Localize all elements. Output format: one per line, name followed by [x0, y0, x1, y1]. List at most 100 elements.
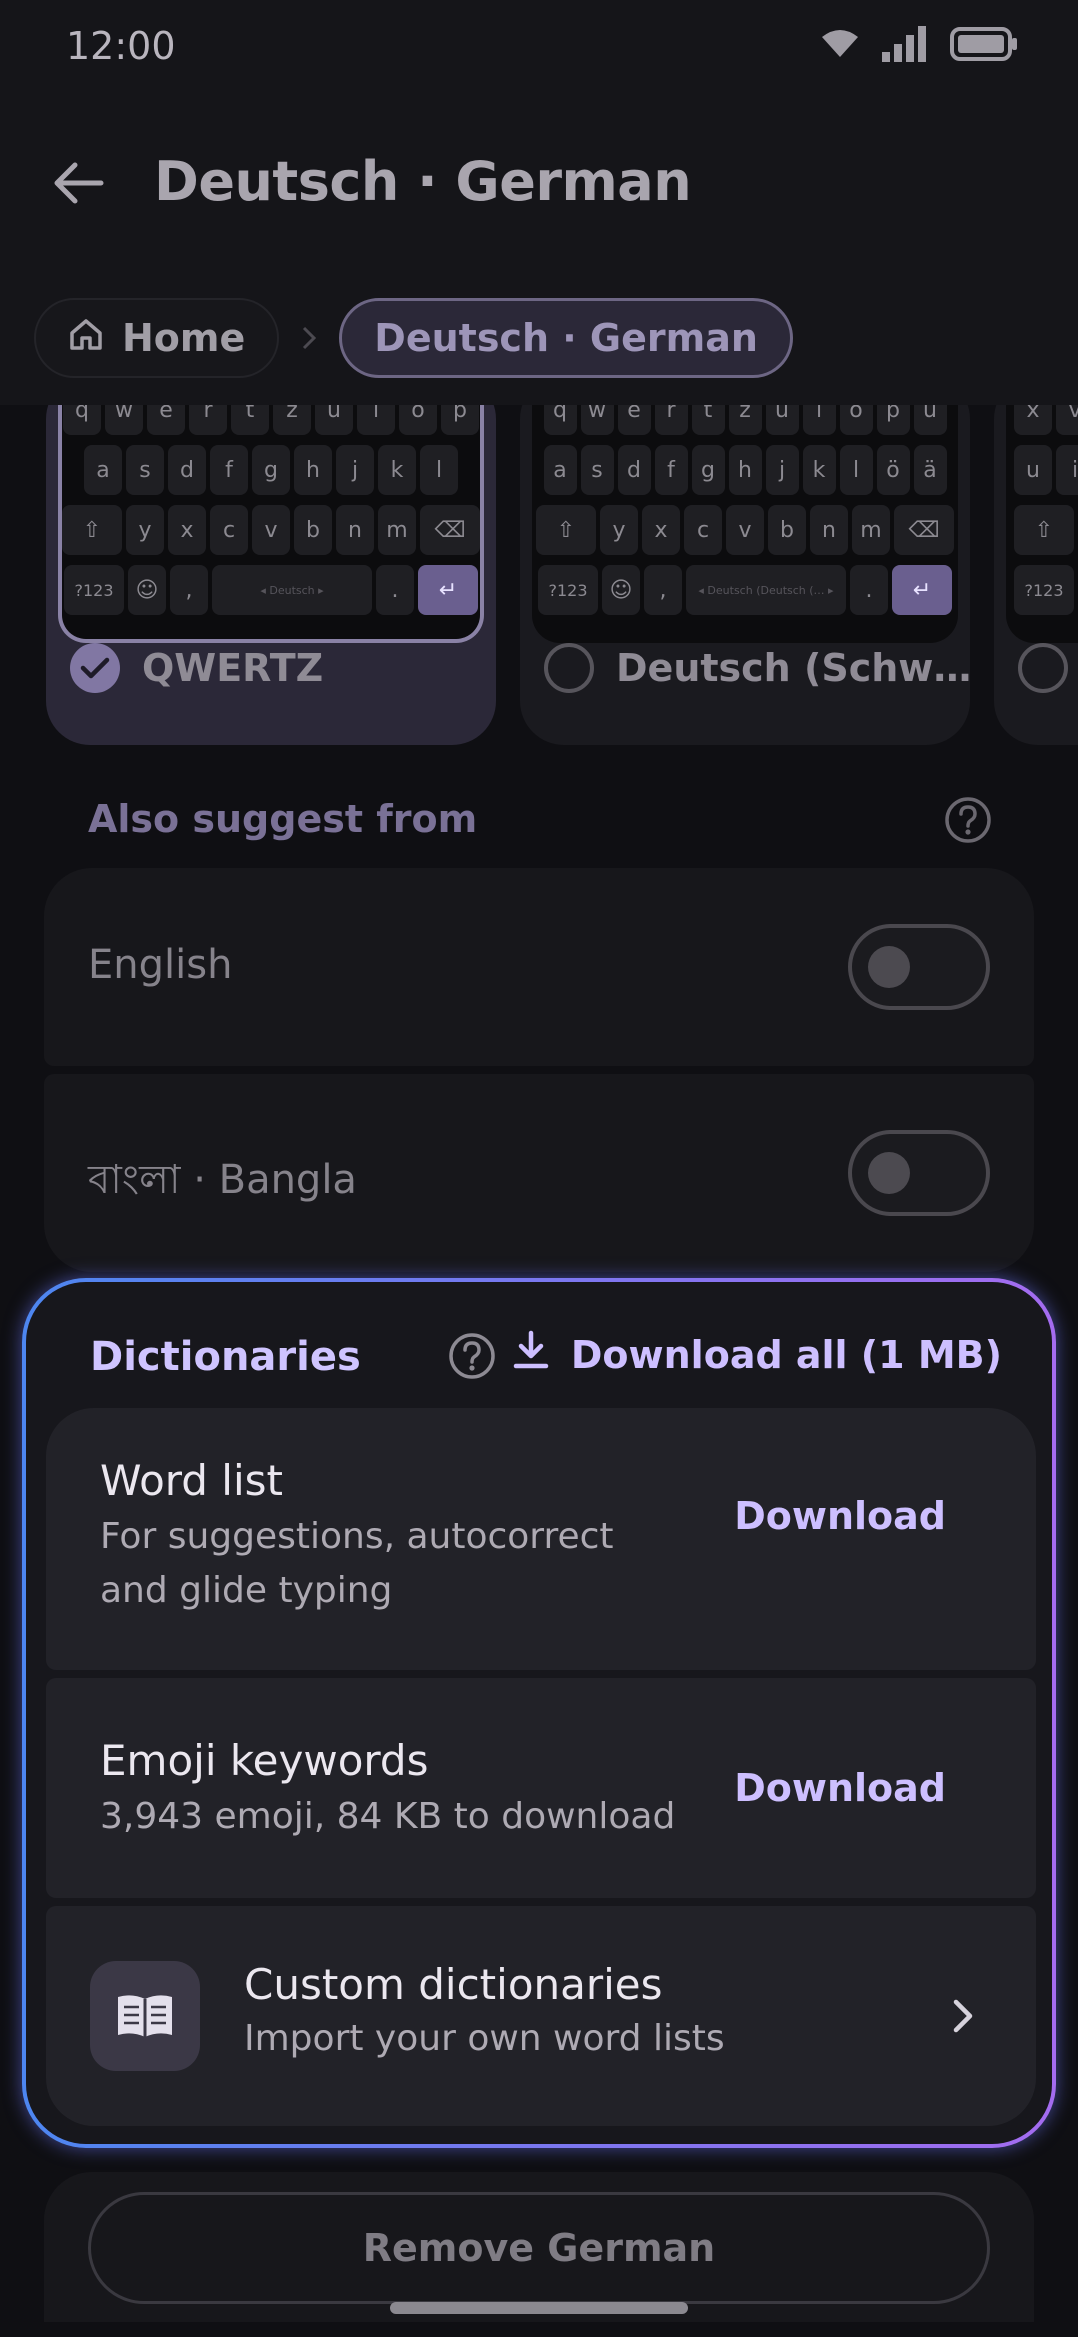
key: , [644, 565, 682, 615]
key: d [168, 445, 206, 495]
key: , [170, 565, 208, 615]
key: ☺ [602, 565, 640, 615]
dict-item-custom-dictionaries[interactable]: Custom dictionaries Import your own word… [46, 1906, 1036, 2126]
key: k [378, 445, 416, 495]
signal-icon [882, 26, 928, 62]
back-button[interactable] [44, 150, 114, 220]
key: n [810, 505, 848, 555]
book-icon [90, 1961, 200, 2071]
chevron-right-icon [289, 325, 329, 351]
dictionaries-panel: Dictionaries Download all (1 MB) Word li… [26, 1282, 1052, 2144]
dict-item-word-list[interactable]: Word list For suggestions, autocorrect a… [46, 1408, 1036, 1670]
arrow-left-icon [53, 161, 105, 209]
status-time: 12:00 [66, 24, 176, 68]
radio-checked-icon [70, 643, 120, 693]
key: d [617, 445, 651, 495]
key: ö [876, 445, 910, 495]
suggest-item-label: English [88, 942, 233, 988]
dict-item-title: Custom dictionaries [244, 1960, 663, 2009]
breadcrumb: Home Deutsch · German [34, 298, 793, 378]
bangla-toggle[interactable] [848, 1130, 990, 1216]
keyboard-preview: xv ui ⇧ ?123 [1006, 395, 1078, 643]
remove-language-section: Remove German [44, 2172, 1034, 2322]
key: c [684, 505, 722, 555]
layout-card-partial[interactable]: xv ui ⇧ ?123 [994, 395, 1078, 745]
suggest-item-english[interactable]: English [44, 868, 1034, 1066]
remove-language-button[interactable]: Remove German [88, 2192, 990, 2304]
layout-option-label [1018, 643, 1068, 693]
english-toggle[interactable] [848, 924, 990, 1010]
key: l [420, 445, 458, 495]
status-icons [820, 26, 1018, 62]
download-all-button[interactable]: Download all (1 MB) [513, 1330, 1002, 1379]
key: h [728, 445, 762, 495]
breadcrumb-current[interactable]: Deutsch · German [339, 298, 793, 378]
download-word-list-button[interactable]: Download [734, 1494, 946, 1538]
key: x [642, 505, 680, 555]
key: g [691, 445, 725, 495]
key: k [802, 445, 836, 495]
key: ↵ [892, 565, 952, 615]
dict-item-subtitle: For suggestions, autocorrect [100, 1516, 614, 1557]
key: f [654, 445, 688, 495]
suggest-item-bangla[interactable]: বাংলা · Bangla [44, 1074, 1034, 1272]
suggest-item-label: বাংলা · Bangla [88, 1157, 357, 1203]
top-app-bar: 12:00 Deutsch · German Home Deutsch · Ge… [0, 0, 1078, 405]
key: ◂ Deutsch ▸ [212, 565, 372, 615]
key: ä [913, 445, 947, 495]
key: u [1014, 445, 1052, 495]
dict-item-title: Emoji keywords [100, 1736, 429, 1785]
key: a [84, 445, 122, 495]
wifi-icon [820, 29, 860, 59]
key: h [294, 445, 332, 495]
key: n [336, 505, 374, 555]
layout-name: QWERTZ [142, 646, 324, 690]
language-settings-screen: 12:00 Deutsch · German Home Deutsch · Ge… [0, 0, 1078, 2337]
layout-card-qwertz[interactable]: qwertzuiop asdfghjkl ⇧ y x c v b n m ⌫ ?123 ☺, ◂ D… [46, 395, 496, 745]
dict-item-subtitle: Import your own word lists [244, 2018, 725, 2059]
dictionaries-section: Dictionaries Download all (1 MB) Word li… [22, 1278, 1056, 2148]
dict-item-subtitle: 3,943 emoji, 84 KB to download [100, 1796, 676, 1837]
download-all-label: Download all (1 MB) [570, 1332, 1002, 1377]
key: x [168, 505, 206, 555]
layout-option-label: QWERTZ [70, 643, 323, 693]
dict-item-emoji-keywords[interactable]: Emoji keywords 3,943 emoji, 84 KB to dow… [46, 1678, 1036, 1898]
key: ?123 [64, 565, 124, 615]
also-suggest-title: Also suggest from [88, 797, 478, 841]
key: m [378, 505, 416, 555]
gesture-home-indicator[interactable] [390, 2302, 688, 2314]
key: m [852, 505, 890, 555]
help-icon[interactable] [944, 796, 992, 848]
radio-unchecked-icon [544, 643, 594, 693]
download-emoji-keywords-button[interactable]: Download [734, 1766, 946, 1810]
radio-unchecked-icon [1018, 643, 1068, 693]
battery-icon [950, 27, 1018, 61]
key: b [294, 505, 332, 555]
key: v [726, 505, 764, 555]
key: . [850, 565, 888, 615]
key: . [376, 565, 414, 615]
key: j [336, 445, 374, 495]
toggle-knob [868, 946, 910, 988]
layout-option-label: Deutsch (Schw… [544, 643, 971, 693]
key: ☺ [128, 565, 166, 615]
kb-row: ?123 ☺, ◂ Deutsch ▸. ↵ [64, 565, 478, 615]
toggle-knob [868, 1152, 910, 1194]
kb-row: ⇧ y x c v b n m ⌫ [536, 505, 954, 555]
key: ?123 [1014, 565, 1074, 615]
layout-card-deutsch-schweiz[interactable]: qwertzuiopü asdfghjklöä ⇧ y x c v b n m ⌫ ?123 ☺,… [520, 395, 971, 745]
layout-name: Deutsch (Schw… [616, 646, 972, 690]
layout-carousel[interactable]: qwertzuiop asdfghjkl ⇧ y x c v b n m ⌫ ?123 ☺, ◂ D… [0, 395, 1078, 745]
kb-row: asdfghjkl [70, 445, 472, 495]
key: i [1056, 445, 1078, 495]
download-icon [513, 1330, 549, 1379]
key: ◂ Deutsch (Deutsch (… ▸ [686, 565, 846, 615]
key: a [543, 445, 577, 495]
breadcrumb-current-label: Deutsch · German [374, 316, 758, 360]
breadcrumb-home[interactable]: Home [34, 298, 280, 378]
key: ⇧ [1014, 505, 1074, 555]
chevron-right-icon [950, 1996, 976, 2040]
key: ⇧ [62, 505, 122, 555]
help-icon[interactable] [448, 1332, 496, 1384]
kb-row: ⇧ [1014, 505, 1078, 555]
